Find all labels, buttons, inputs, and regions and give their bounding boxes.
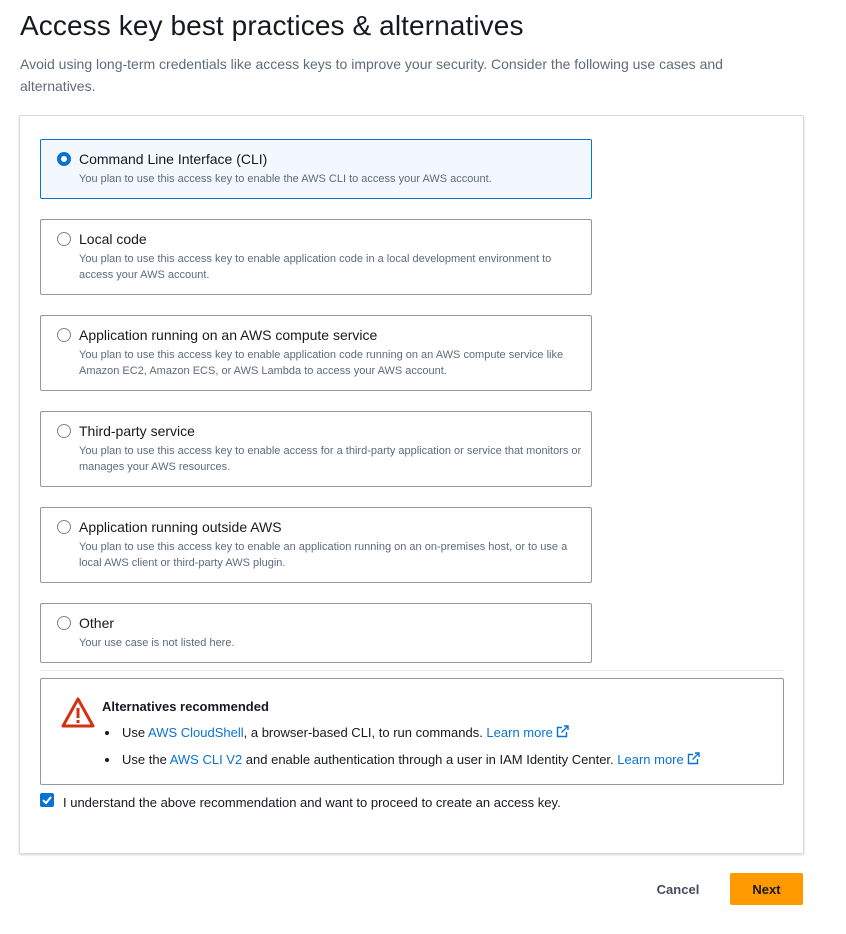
option-label: Third-party service (79, 423, 195, 439)
aws-cloudshell-link[interactable]: AWS CloudShell (148, 725, 244, 740)
checkmark-icon (42, 796, 52, 805)
acknowledge-checkbox[interactable] (40, 793, 54, 807)
option-other[interactable]: Other Your use case is not listed here. (40, 603, 592, 663)
external-link-icon (556, 725, 569, 738)
divider (40, 670, 784, 671)
radio-icon[interactable] (57, 616, 71, 630)
option-third-party[interactable]: Third-party service You plan to use this… (40, 411, 592, 487)
option-label: Local code (79, 231, 147, 247)
next-button[interactable]: Next (730, 873, 803, 905)
alert-title: Alternatives recommended (102, 699, 269, 714)
learn-more-link[interactable]: Learn more (617, 752, 700, 767)
item-text: Use the (122, 752, 170, 767)
list-item: Use AWS CloudShell, a browser-based CLI,… (102, 719, 700, 746)
option-description: You plan to use this access key to enabl… (79, 541, 568, 569)
list-item: Use the AWS CLI V2 and enable authentica… (102, 746, 700, 773)
radio-selected-icon[interactable] (57, 152, 71, 166)
option-description: Your use case is not listed here. (79, 637, 235, 649)
option-local-code[interactable]: Local code You plan to use this access k… (40, 219, 592, 295)
option-label: Command Line Interface (CLI) (79, 151, 268, 167)
aws-cli-v2-link[interactable]: AWS CLI V2 (170, 752, 242, 767)
option-description: You plan to use this access key to enabl… (79, 349, 564, 377)
option-label: Application running outside AWS (79, 519, 282, 535)
learn-more-label: Learn more (486, 725, 553, 740)
learn-more-link[interactable]: Learn more (486, 725, 569, 740)
acknowledge-label[interactable]: I understand the above recommendation an… (63, 792, 593, 814)
radio-icon[interactable] (57, 232, 71, 246)
cancel-button[interactable]: Cancel (640, 873, 716, 905)
page-title: Access key best practices & alternatives (20, 10, 524, 41)
option-label: Other (79, 615, 115, 631)
item-text: and enable authentication through a user… (242, 752, 618, 767)
item-text: , a browser-based CLI, to run commands. (243, 725, 487, 740)
option-description: You plan to use this access key to enabl… (79, 253, 552, 281)
option-outside-aws[interactable]: Application running outside AWS You plan… (40, 507, 592, 583)
learn-more-label: Learn more (617, 752, 684, 767)
alternatives-alert: Alternatives recommended Use AWS CloudSh… (40, 678, 784, 785)
radio-icon[interactable] (57, 424, 71, 438)
use-case-panel: Command Line Interface (CLI) You plan to… (19, 115, 804, 854)
radio-icon[interactable] (57, 520, 71, 534)
option-cli[interactable]: Command Line Interface (CLI) You plan to… (40, 139, 592, 199)
external-link-icon (687, 752, 700, 765)
option-description: You plan to use this access key to enabl… (79, 173, 492, 185)
radio-icon[interactable] (57, 328, 71, 342)
option-label: Application running on an AWS compute se… (79, 327, 378, 343)
warning-icon (61, 697, 95, 728)
option-aws-compute[interactable]: Application running on an AWS compute se… (40, 315, 592, 391)
option-description: You plan to use this access key to enabl… (79, 445, 582, 473)
page-description: Avoid using long-term credentials like a… (20, 56, 723, 94)
alternatives-list: Use AWS CloudShell, a browser-based CLI,… (102, 719, 700, 773)
item-text: Use (122, 725, 149, 740)
